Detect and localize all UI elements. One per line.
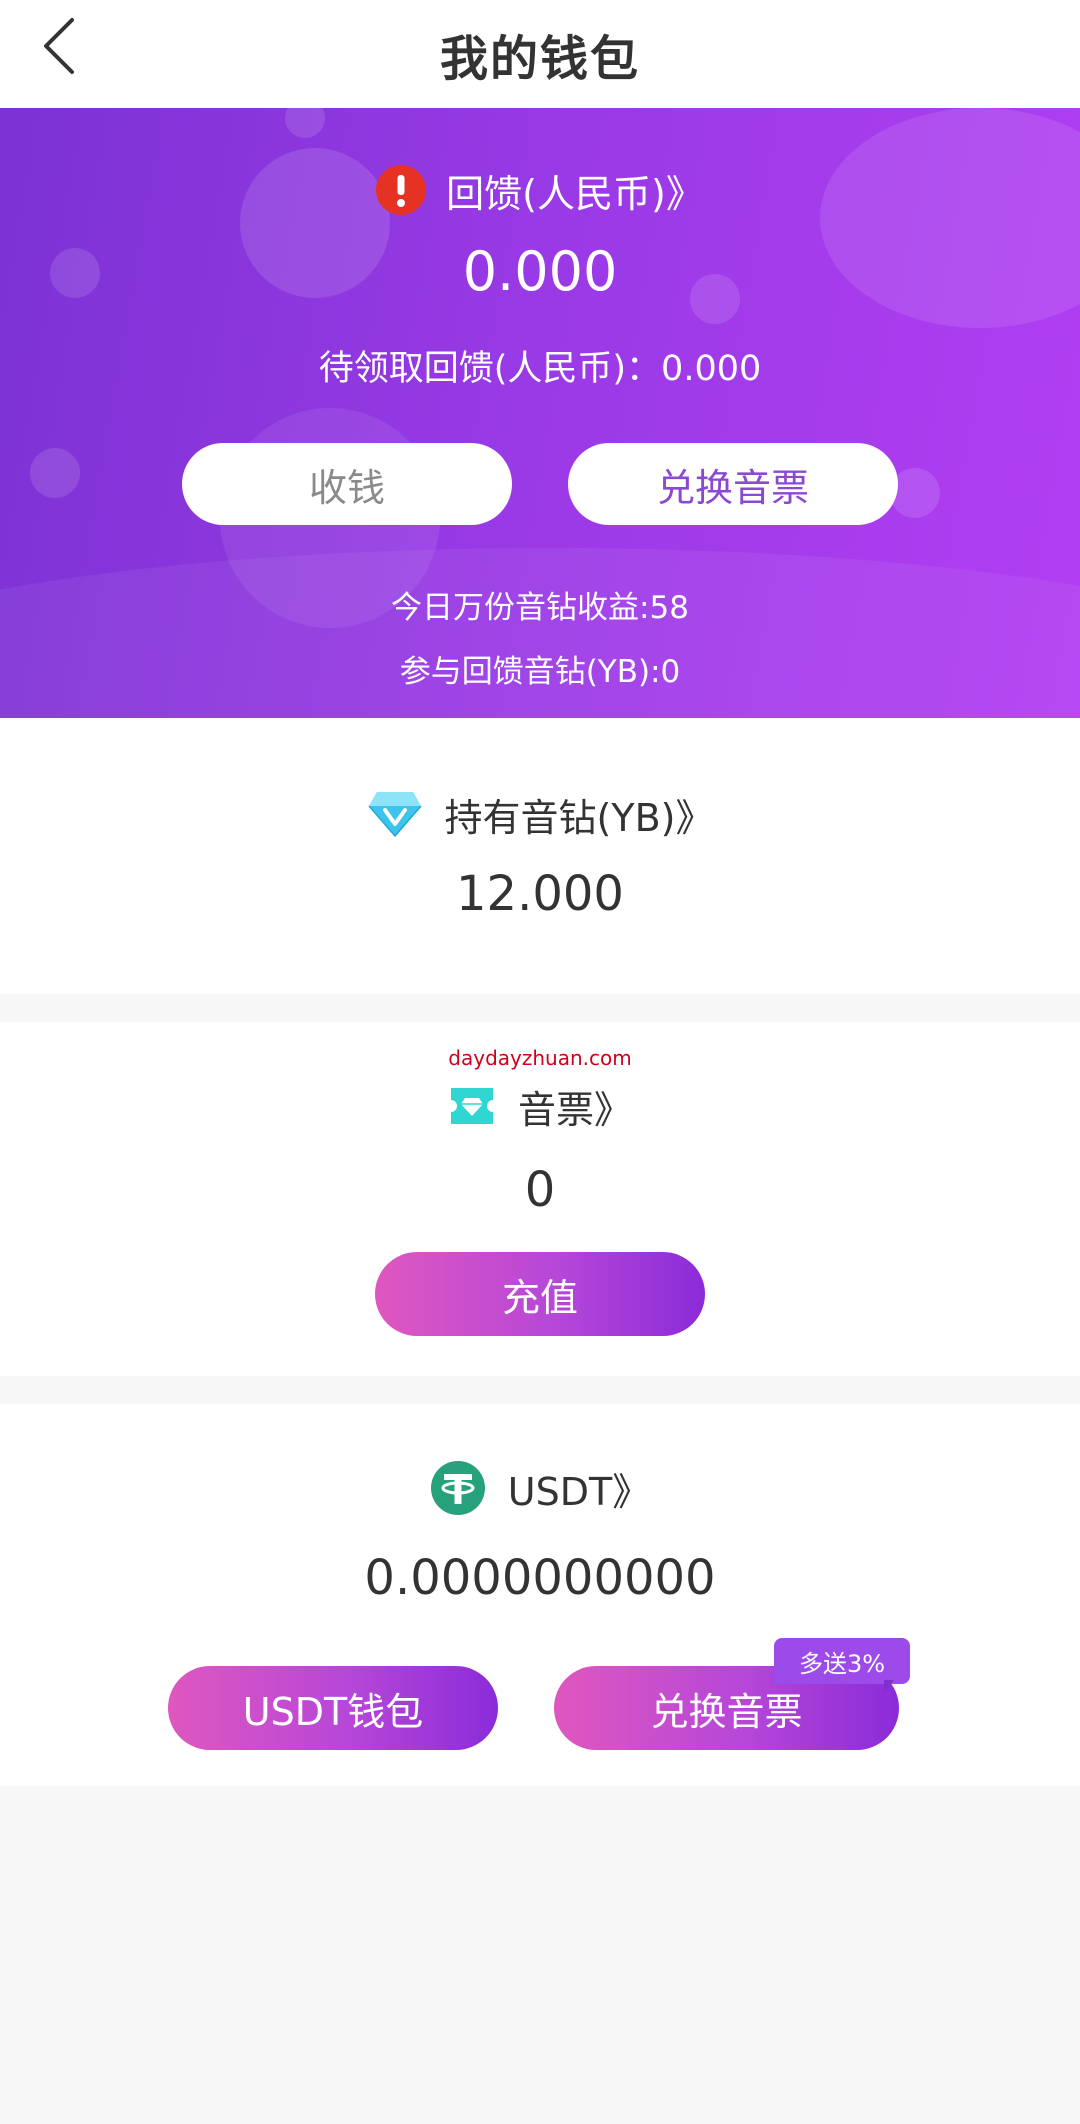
decor-bubble <box>285 108 325 138</box>
decor-wave <box>0 548 1080 718</box>
exchange-ticket-button[interactable]: 兑换音票 <box>568 443 898 525</box>
header-bar: 我的钱包 <box>0 0 1080 108</box>
usdt-label: USDT》 <box>507 1469 651 1514</box>
rebate-panel: 回馈(人民币)》 0.000 待领取回馈(人民币)：0.000 收钱 兑换音票 … <box>0 108 1080 718</box>
rebate-balance: 0.000 <box>462 240 618 303</box>
ticket-value: 0 <box>524 1162 556 1218</box>
watermark-text: daydayzhuan.com <box>448 1046 632 1070</box>
ticket-label-row[interactable]: 音票》 <box>0 1076 1080 1136</box>
yb-card: 持有音钻(YB)》 12.000 <box>0 718 1080 994</box>
today-yield: 今日万份音钻收益:58 <box>391 590 689 626</box>
bonus-badge-tail <box>884 1680 894 1692</box>
usdt-value: 0.0000000000 <box>364 1550 716 1606</box>
pending-rebate: 待领取回馈(人民币)：0.000 <box>318 349 762 389</box>
rebate-label-row[interactable]: 回馈(人民币)》 <box>0 162 1080 218</box>
warning-icon <box>376 165 427 215</box>
back-button[interactable] <box>30 14 90 78</box>
bonus-badge: 多送3% <box>774 1638 910 1684</box>
usdt-card: USDT》 0.0000000000 USDT钱包 兑换音票 多送3% <box>0 1404 1080 1786</box>
usdt-label-row[interactable]: USDT》 <box>0 1458 1080 1518</box>
decor-bubble <box>30 448 80 498</box>
chevron-left-icon <box>44 18 74 74</box>
diamond-icon <box>367 790 423 838</box>
decor-bubble <box>890 468 940 518</box>
collect-button[interactable]: 收钱 <box>182 443 512 525</box>
rebate-label: 回馈(人民币)》 <box>446 171 704 216</box>
usdt-wallet-button[interactable]: USDT钱包 <box>168 1666 498 1750</box>
tether-icon <box>430 1460 486 1516</box>
ticket-label: 音票》 <box>517 1087 632 1132</box>
participating-yb: 参与回馈音钻(YB):0 <box>399 654 681 690</box>
recharge-button[interactable]: 充值 <box>375 1252 705 1336</box>
ticket-icon <box>448 1085 496 1127</box>
yb-label-row[interactable]: 持有音钻(YB)》 <box>0 784 1080 844</box>
yb-value: 12.000 <box>456 866 624 922</box>
page-title: 我的钱包 <box>439 31 640 87</box>
yb-label: 持有音钻(YB)》 <box>444 795 714 840</box>
ticket-card: daydayzhuan.com 音票》 0 充值 <box>0 1022 1080 1376</box>
